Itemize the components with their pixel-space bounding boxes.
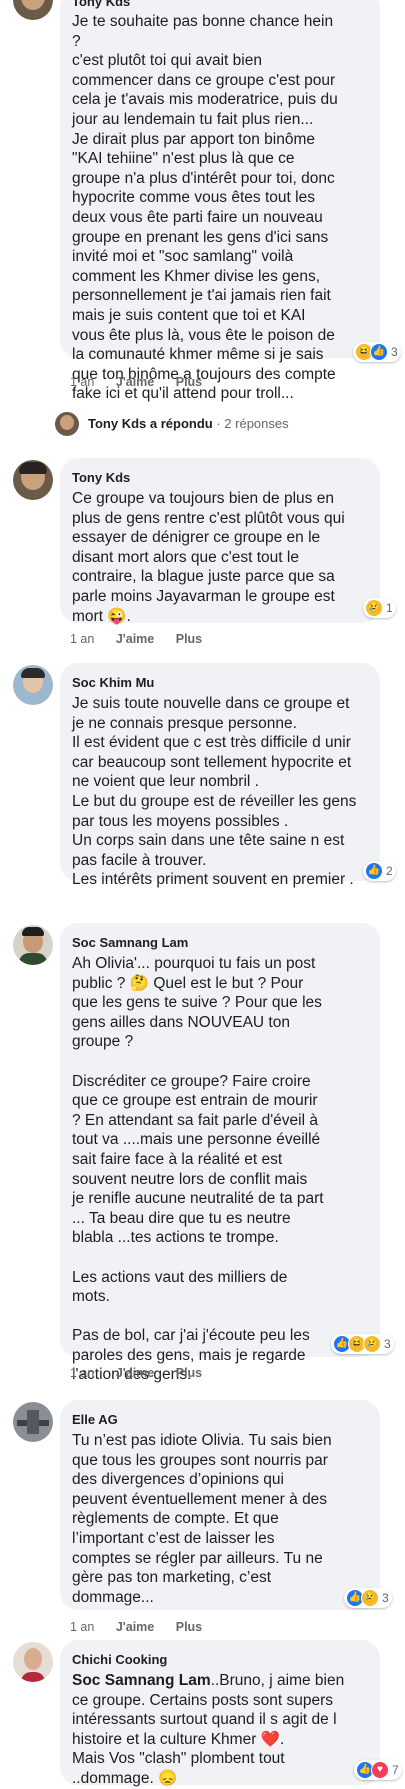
comment-author[interactable]: Tony Kds [72,470,130,485]
replies-link[interactable]: Tony Kds a répondu · 2 réponses [88,416,289,431]
sad-reaction-icon: 😢 [361,1589,379,1607]
comment-author[interactable]: Elle AG [72,1412,118,1427]
comment-actions: 1 an J'aime Plus [70,632,220,646]
comment-actions: 1 an J'aime Plus [70,375,220,389]
like-button[interactable]: J'aime [116,1620,154,1634]
comment-text: Je suis toute nouvelle dans ce groupe et… [72,695,357,889]
avatar[interactable] [13,925,53,965]
avatar[interactable] [13,1402,53,1442]
comment-actions: 1 an J'aime Plus [70,1620,220,1634]
like-button[interactable]: J'aime [116,375,154,389]
reaction-summary[interactable]: 😆 👍 3 [353,342,401,362]
avatar[interactable] [13,665,53,705]
like-reaction-icon: 👍 [365,862,383,880]
reaction-summary[interactable]: 👍 😢 3 [344,1588,392,1608]
reaction-summary[interactable]: 👍 ♥ 7 [354,1760,402,1780]
more-button[interactable]: Plus [176,375,202,389]
replies-action: a répondu [149,416,213,431]
reaction-count: 3 [382,1591,389,1605]
comment-text: Tu n’est pas idiote Olivia. Tu sais bien… [72,1432,332,1606]
sad-reaction-icon: 😢 [365,599,383,617]
comment-time[interactable]: 1 an [70,375,94,389]
replies-author: Tony Kds [88,416,147,431]
comment-time[interactable]: 1 an [70,1620,94,1634]
more-button[interactable]: Plus [176,1366,202,1380]
avatar[interactable] [13,460,53,500]
reaction-count: 7 [392,1763,399,1777]
comment-author[interactable]: Soc Khim Mu [72,675,154,690]
comment-actions: 1 an J'aime Plus [70,1366,220,1380]
reaction-count: 3 [384,1337,391,1351]
reaction-count: 2 [386,864,393,878]
comment-time[interactable]: 1 an [70,1366,94,1380]
more-button[interactable]: Plus [176,1620,202,1634]
comment-time[interactable]: 1 an [70,632,94,646]
reaction-count: 3 [391,345,398,359]
more-button[interactable]: Plus [176,632,202,646]
avatar[interactable] [13,1642,53,1682]
like-reaction-icon: 👍 [370,343,388,361]
comment-text: Ah Olivia'... pourquoi tu fais un post p… [72,955,324,1384]
like-button[interactable]: J'aime [116,1366,154,1380]
comment-author[interactable]: Tony Kds [72,0,130,9]
sad-reaction-icon: 😢 [363,1335,381,1353]
reaction-summary[interactable]: 😢 1 [363,598,396,618]
comment-text: Ce groupe va toujours bien de plus en pl… [72,490,345,625]
avatar[interactable] [13,0,53,20]
mention-link[interactable]: Soc Samnang Lam [72,1672,211,1689]
avatar[interactable] [55,412,79,436]
replies-count: · 2 réponses [216,416,289,431]
comment-text: Je te souhaite pas bonne chance hein ? c… [72,13,338,403]
comment-text-body: ..Bruno, j aime bien ce groupe. Certains… [72,1672,345,1787]
reaction-count: 1 [386,601,393,615]
reaction-summary[interactable]: 👍 2 [363,861,396,881]
comment-text: Soc Samnang Lam..Bruno, j aime bien ce g… [72,1671,377,1789]
love-reaction-icon: ♥ [371,1761,389,1779]
comment-author[interactable]: Soc Samnang Lam [72,935,188,950]
comment-author[interactable]: Chichi Cooking [72,1652,167,1667]
reaction-summary[interactable]: 👍 😆 😢 3 [331,1334,394,1354]
like-button[interactable]: J'aime [116,632,154,646]
